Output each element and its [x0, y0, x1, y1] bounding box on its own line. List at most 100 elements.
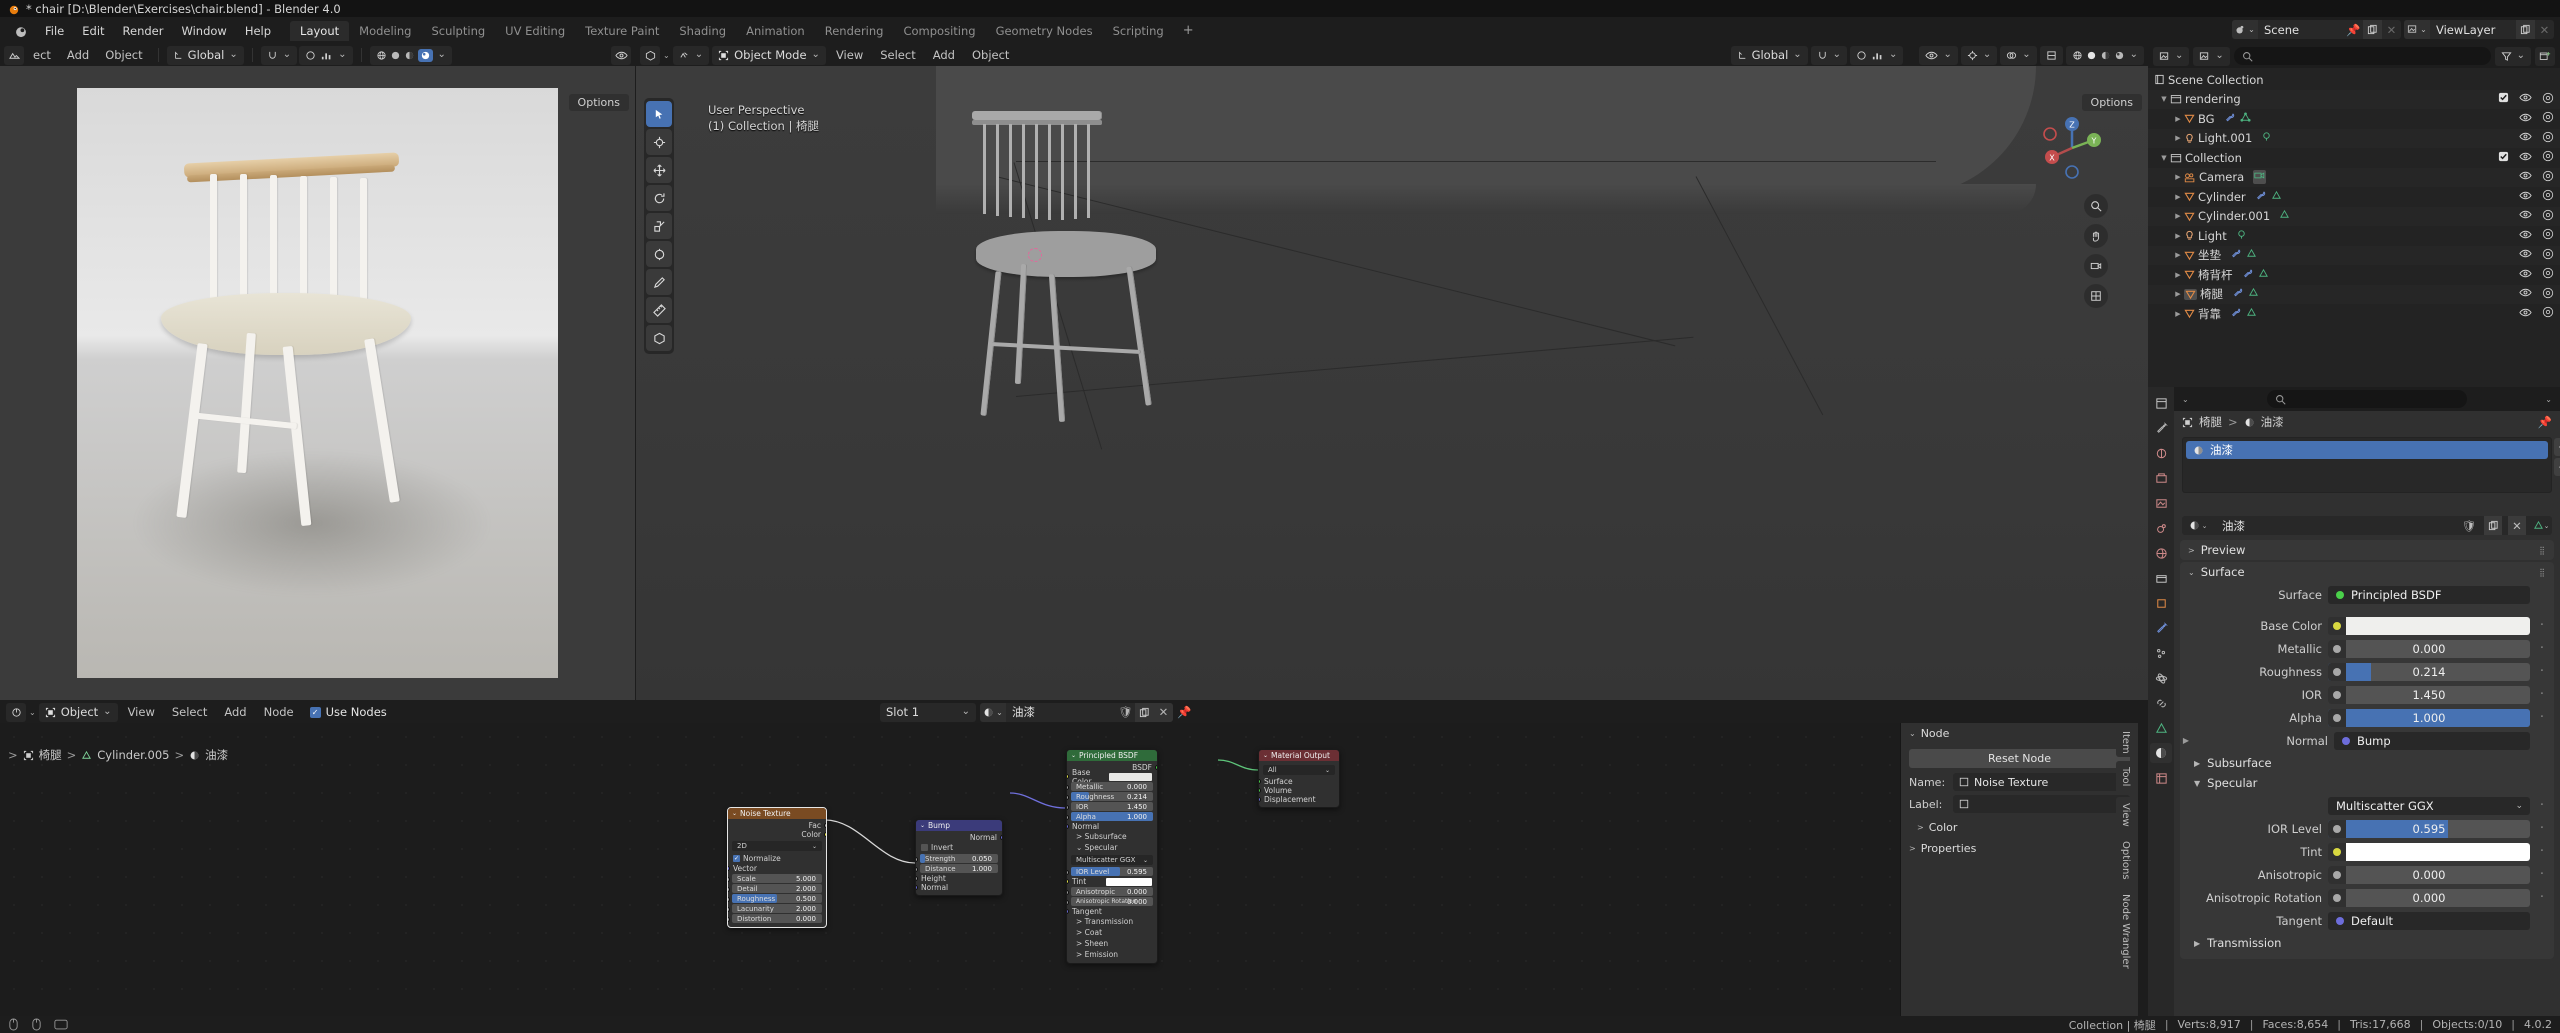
animate-base-color-icon[interactable]: · — [2536, 619, 2548, 632]
animate-roughness-icon[interactable]: · — [2536, 665, 2548, 678]
workspace-tab-texture-paint[interactable]: Texture Paint — [575, 21, 669, 41]
shader-tab-options[interactable]: Options — [2116, 835, 2132, 883]
bump-field-distance[interactable]: Distance 1.000 — [916, 864, 1002, 873]
bump-invert-checkbox[interactable]: Invert — [916, 842, 1002, 853]
bsdf-field-anisotropic[interactable]: Anisotropic 0.000 — [1067, 887, 1157, 896]
camera-view-icon[interactable] — [2084, 254, 2108, 278]
bsdf-coat-section[interactable]: > Coat — [1067, 927, 1157, 938]
normal-expand-triangle-icon[interactable]: ▶ — [2180, 736, 2192, 745]
node-material-output[interactable]: ⌄ Material Output All ⌄ Surface Volume D… — [1258, 749, 1340, 808]
prop-row-tangent[interactable]: Tangent Default — [2180, 910, 2548, 931]
workspace-tab-rendering[interactable]: Rendering — [815, 21, 894, 41]
rv-snap-toggle[interactable] — [260, 45, 298, 65]
outliner-row-collection[interactable]: ▼ Collection — [2148, 148, 2560, 168]
tab-output-icon[interactable] — [2150, 468, 2172, 488]
navigation-gizmo[interactable]: Z Y X — [2036, 112, 2108, 184]
node-principled-bsdf[interactable]: ⌄ Principled BSDF BSDF Base Color Metall… — [1066, 749, 1158, 964]
workspace-tab-animation[interactable]: Animation — [736, 21, 815, 41]
outliner-row-bg[interactable]: ▶ BG — [2148, 109, 2560, 129]
tab-tool-icon[interactable] — [2150, 418, 2172, 438]
render-camera-icon[interactable] — [2542, 267, 2554, 282]
tab-physics-icon[interactable] — [2150, 668, 2172, 688]
render-camera-icon[interactable] — [2542, 92, 2554, 107]
viewport-toolbar[interactable] — [644, 98, 674, 354]
copy-material-icon[interactable] — [1135, 702, 1154, 722]
tab-modifiers-icon[interactable] — [2150, 618, 2172, 638]
node-noise-texture[interactable]: ⌄ Noise Texture Fac Color 2D ⌄ ✓ Normali… — [727, 807, 827, 928]
vp-visibility[interactable] — [1919, 45, 1958, 65]
menu-window[interactable]: Window — [172, 22, 235, 40]
shader-sidebar-node-panel-header[interactable]: ⌄ Node — [1901, 723, 2138, 744]
animate-metallic-icon[interactable]: · — [2536, 642, 2548, 655]
use-nodes-checkbox[interactable]: ✓ Use Nodes — [304, 705, 387, 719]
prop-row-base-color[interactable]: Base Color · — [2180, 615, 2548, 636]
reset-node-button[interactable]: Reset Node — [1909, 749, 2130, 768]
noise-dimension-select[interactable]: 2D ⌄ — [732, 841, 822, 851]
bsdf-field-ior-level[interactable]: IOR Level 0.595 — [1067, 867, 1157, 876]
remove-material-slot-button[interactable]: − — [2554, 458, 2560, 476]
mesh-data-icon[interactable] — [2279, 209, 2290, 223]
tab-viewlayer-icon[interactable] — [2150, 493, 2172, 513]
tool-move-icon[interactable] — [646, 157, 672, 183]
properties-search-input[interactable] — [2267, 390, 2467, 408]
eye-icon[interactable] — [2519, 209, 2532, 223]
node-name-input[interactable]: Noise Texture — [1974, 776, 2048, 789]
workspace-tab-modeling[interactable]: Modeling — [349, 21, 421, 41]
shader-material-selector[interactable]: ⌄ 油漆 🛡 ✕ — [980, 702, 1173, 722]
vp-shading-modes[interactable] — [2065, 45, 2144, 65]
menu-file[interactable]: File — [36, 22, 73, 40]
outliner-new-collection-icon[interactable] — [2535, 46, 2555, 66]
tab-data-icon[interactable] — [2150, 718, 2172, 738]
menu-help[interactable]: Help — [236, 22, 280, 40]
sh-menu-add[interactable]: Add — [217, 703, 253, 722]
render-camera-icon[interactable] — [2542, 287, 2554, 302]
outliner-row-cylinder001[interactable]: ▶ Cylinder.001 — [2148, 206, 2560, 226]
menu-edit[interactable]: Edit — [73, 22, 113, 40]
menu-render[interactable]: Render — [114, 22, 173, 40]
wrench-modifier-icon[interactable] — [2232, 287, 2243, 301]
render-camera-icon[interactable] — [2542, 189, 2554, 204]
noise-field-roughness[interactable]: Roughness 0.500 — [728, 894, 826, 903]
bsdf-in-normal[interactable]: Normal — [1067, 822, 1157, 831]
eye-icon[interactable] — [2519, 268, 2532, 282]
prop-row-anisotropic-rotation[interactable]: Anisotropic Rotation 0.000 · — [2180, 887, 2548, 908]
tool-cursor-icon[interactable] — [646, 129, 672, 155]
workspace-tab-compositing[interactable]: Compositing — [893, 21, 985, 41]
mesh-data-icon[interactable] — [2246, 248, 2257, 262]
bsdf-in-tangent[interactable]: Tangent — [1067, 907, 1157, 916]
noise-field-detail[interactable]: Detail 2.000 — [728, 884, 826, 893]
3d-viewport-canvas[interactable]: User Perspective (1) Collection | 椅腿 Z Y… — [636, 66, 2148, 700]
vp-menu-object[interactable]: Object — [965, 46, 1016, 65]
shader-tab-item[interactable]: Item — [2116, 725, 2132, 757]
panel-preview[interactable]: > Preview ⣿ — [2180, 540, 2554, 560]
eye-icon[interactable] — [2519, 248, 2532, 262]
bsdf-field-roughness[interactable]: Roughness 0.214 — [1067, 792, 1157, 801]
workspace-tab-layout[interactable]: Layout — [290, 20, 350, 41]
eye-icon[interactable] — [2519, 112, 2532, 126]
render-camera-icon[interactable] — [2542, 248, 2554, 263]
bsdf-specular-section[interactable]: ⌄ Specular — [1067, 842, 1157, 853]
prop-row-alpha[interactable]: Alpha 1.000 · — [2180, 707, 2548, 728]
light-data-icon[interactable] — [2236, 229, 2247, 243]
eye-icon[interactable] — [2519, 287, 2532, 301]
tool-add-cube-icon[interactable] — [646, 325, 672, 351]
copy-material-icon[interactable] — [2484, 516, 2502, 535]
mat-out-displacement[interactable]: Displacement — [1259, 795, 1339, 804]
mesh-data-icon[interactable] — [2271, 190, 2282, 204]
add-material-slot-button[interactable]: + — [2554, 438, 2560, 456]
panel-surface[interactable]: ⌄ Surface ⣿ Surface Principled BSDF Base C… — [2180, 562, 2554, 959]
rv-eye-icon[interactable] — [611, 45, 631, 65]
tool-annotate-icon[interactable] — [646, 269, 672, 295]
noise-out-fac[interactable]: Fac — [728, 821, 826, 830]
prop-row-anisotropic[interactable]: Anisotropic 0.000 · — [2180, 864, 2548, 885]
remove-viewlayer-icon[interactable]: ✕ — [2535, 20, 2554, 39]
eye-icon[interactable] — [2519, 92, 2532, 106]
render-camera-icon[interactable] — [2542, 111, 2554, 126]
animate-ior-level-icon[interactable]: · — [2536, 822, 2548, 835]
properties-editor[interactable]: ⌄ ⌄ 椅腿 > 油漆 📌 油漆 ⌄ 油漆 🛡 ✕ ⌄ > Preview ⣿ … — [2148, 387, 2560, 1017]
panel-transmission[interactable]: ▶ Transmission — [2180, 933, 2554, 953]
panel-specular[interactable]: ▼ Specular — [2180, 773, 2554, 793]
breadcrumb-material[interactable]: 油漆 — [205, 747, 228, 763]
rv-options-button[interactable]: Options — [568, 94, 629, 111]
outliner-row-zuodian[interactable]: ▶ 坐垫 — [2148, 245, 2560, 265]
